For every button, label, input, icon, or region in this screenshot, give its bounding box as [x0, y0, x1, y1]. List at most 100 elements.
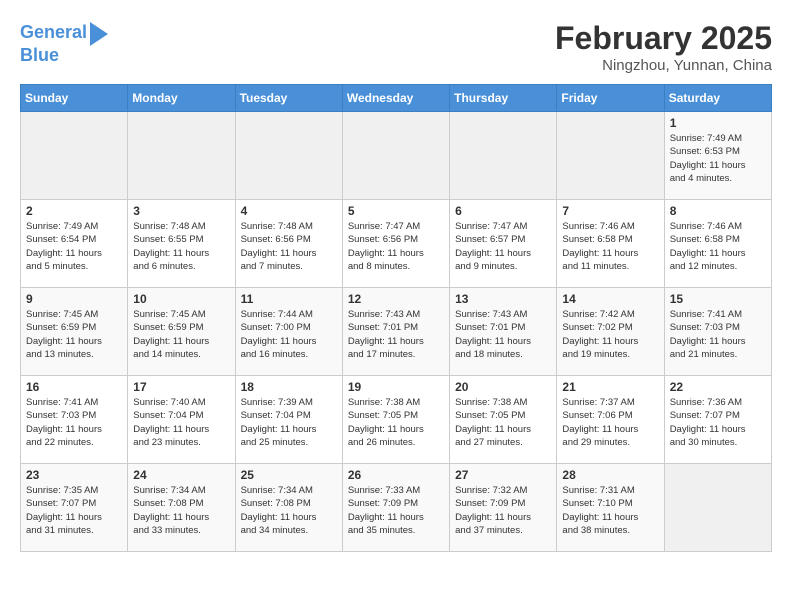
day-info: Sunrise: 7:45 AMSunset: 6:59 PMDaylight:… [133, 308, 229, 361]
day-info: Sunrise: 7:33 AMSunset: 7:09 PMDaylight:… [348, 484, 444, 537]
day-info: Sunrise: 7:39 AMSunset: 7:04 PMDaylight:… [241, 396, 337, 449]
weekday-header-saturday: Saturday [664, 85, 771, 112]
day-info: Sunrise: 7:42 AMSunset: 7:02 PMDaylight:… [562, 308, 658, 361]
day-number: 13 [455, 292, 551, 306]
logo-text: General [20, 23, 87, 43]
calendar-cell: 9 Sunrise: 7:45 AMSunset: 6:59 PMDaylight… [21, 288, 128, 376]
day-number: 7 [562, 204, 658, 218]
day-number: 25 [241, 468, 337, 482]
calendar-cell: 10 Sunrise: 7:45 AMSunset: 6:59 PMDayligh… [128, 288, 235, 376]
calendar-cell: 13 Sunrise: 7:43 AMSunset: 7:01 PMDayligh… [450, 288, 557, 376]
calendar-cell: 25 Sunrise: 7:34 AMSunset: 7:08 PMDayligh… [235, 464, 342, 552]
calendar-cell: 11 Sunrise: 7:44 AMSunset: 7:00 PMDayligh… [235, 288, 342, 376]
calendar-cell [450, 112, 557, 200]
day-number: 4 [241, 204, 337, 218]
day-info: Sunrise: 7:35 AMSunset: 7:07 PMDaylight:… [26, 484, 122, 537]
day-number: 21 [562, 380, 658, 394]
day-number: 3 [133, 204, 229, 218]
day-info: Sunrise: 7:34 AMSunset: 7:08 PMDaylight:… [133, 484, 229, 537]
calendar-cell: 7 Sunrise: 7:46 AMSunset: 6:58 PMDaylight… [557, 200, 664, 288]
day-number: 27 [455, 468, 551, 482]
calendar-cell: 18 Sunrise: 7:39 AMSunset: 7:04 PMDayligh… [235, 376, 342, 464]
day-number: 24 [133, 468, 229, 482]
calendar-cell: 2 Sunrise: 7:49 AMSunset: 6:54 PMDaylight… [21, 200, 128, 288]
day-info: Sunrise: 7:49 AMSunset: 6:54 PMDaylight:… [26, 220, 122, 273]
calendar-cell: 14 Sunrise: 7:42 AMSunset: 7:02 PMDayligh… [557, 288, 664, 376]
calendar-week-row: 16 Sunrise: 7:41 AMSunset: 7:03 PMDayligh… [21, 376, 772, 464]
day-info: Sunrise: 7:36 AMSunset: 7:07 PMDaylight:… [670, 396, 766, 449]
day-number: 19 [348, 380, 444, 394]
weekday-header-sunday: Sunday [21, 85, 128, 112]
day-number: 17 [133, 380, 229, 394]
day-info: Sunrise: 7:46 AMSunset: 6:58 PMDaylight:… [670, 220, 766, 273]
day-number: 1 [670, 116, 766, 130]
day-number: 11 [241, 292, 337, 306]
day-number: 28 [562, 468, 658, 482]
calendar-cell: 1Sunrise: 7:49 AMSunset: 6:53 PMDaylight… [664, 112, 771, 200]
calendar-cell [342, 112, 449, 200]
calendar-week-row: 9 Sunrise: 7:45 AMSunset: 6:59 PMDaylight… [21, 288, 772, 376]
logo-blue-text: Blue [20, 46, 59, 66]
calendar-cell: 16 Sunrise: 7:41 AMSunset: 7:03 PMDayligh… [21, 376, 128, 464]
calendar-cell: 15 Sunrise: 7:41 AMSunset: 7:03 PMDayligh… [664, 288, 771, 376]
calendar-cell [664, 464, 771, 552]
calendar-cell: 19Sunrise: 7:38 AMSunset: 7:05 PMDayligh… [342, 376, 449, 464]
calendar-cell: 3 Sunrise: 7:48 AMSunset: 6:55 PMDaylight… [128, 200, 235, 288]
day-info: Sunrise: 7:47 AMSunset: 6:56 PMDaylight:… [348, 220, 444, 273]
day-info: Sunrise: 7:34 AMSunset: 7:08 PMDaylight:… [241, 484, 337, 537]
day-number: 10 [133, 292, 229, 306]
calendar-cell [235, 112, 342, 200]
calendar-cell: 24 Sunrise: 7:34 AMSunset: 7:08 PMDayligh… [128, 464, 235, 552]
header: General Blue February 2025 Ningzhou, Yun… [20, 20, 772, 74]
month-title: February 2025 [555, 20, 772, 57]
calendar-week-row: 23 Sunrise: 7:35 AMSunset: 7:07 PMDayligh… [21, 464, 772, 552]
weekday-header-row: SundayMondayTuesdayWednesdayThursdayFrid… [21, 85, 772, 112]
weekday-header-friday: Friday [557, 85, 664, 112]
calendar-cell: 21Sunrise: 7:37 AMSunset: 7:06 PMDayligh… [557, 376, 664, 464]
day-number: 5 [348, 204, 444, 218]
day-info: Sunrise: 7:43 AMSunset: 7:01 PMDaylight:… [348, 308, 444, 361]
day-number: 15 [670, 292, 766, 306]
day-info: Sunrise: 7:47 AMSunset: 6:57 PMDaylight:… [455, 220, 551, 273]
weekday-header-tuesday: Tuesday [235, 85, 342, 112]
calendar-cell: 22 Sunrise: 7:36 AMSunset: 7:07 PMDayligh… [664, 376, 771, 464]
day-info: Sunrise: 7:44 AMSunset: 7:00 PMDaylight:… [241, 308, 337, 361]
calendar-cell: 28Sunrise: 7:31 AMSunset: 7:10 PMDayligh… [557, 464, 664, 552]
day-number: 23 [26, 468, 122, 482]
calendar-cell: 26 Sunrise: 7:33 AMSunset: 7:09 PMDayligh… [342, 464, 449, 552]
day-info: Sunrise: 7:38 AMSunset: 7:05 PMDaylight:… [455, 396, 551, 449]
day-info: Sunrise: 7:41 AMSunset: 7:03 PMDaylight:… [26, 396, 122, 449]
day-number: 22 [670, 380, 766, 394]
calendar-cell: 4 Sunrise: 7:48 AMSunset: 6:56 PMDaylight… [235, 200, 342, 288]
day-number: 18 [241, 380, 337, 394]
location: Ningzhou, Yunnan, China [555, 57, 772, 74]
calendar-cell: 17Sunrise: 7:40 AMSunset: 7:04 PMDayligh… [128, 376, 235, 464]
calendar-cell [21, 112, 128, 200]
day-info: Sunrise: 7:43 AMSunset: 7:01 PMDaylight:… [455, 308, 551, 361]
day-info: Sunrise: 7:48 AMSunset: 6:55 PMDaylight:… [133, 220, 229, 273]
day-info: Sunrise: 7:32 AMSunset: 7:09 PMDaylight:… [455, 484, 551, 537]
day-number: 14 [562, 292, 658, 306]
calendar-week-row: 2 Sunrise: 7:49 AMSunset: 6:54 PMDaylight… [21, 200, 772, 288]
logo-arrow-icon [90, 22, 108, 46]
day-number: 12 [348, 292, 444, 306]
calendar-cell [128, 112, 235, 200]
day-number: 20 [455, 380, 551, 394]
weekday-header-thursday: Thursday [450, 85, 557, 112]
calendar-cell: 23 Sunrise: 7:35 AMSunset: 7:07 PMDayligh… [21, 464, 128, 552]
day-number: 6 [455, 204, 551, 218]
day-info: Sunrise: 7:46 AMSunset: 6:58 PMDaylight:… [562, 220, 658, 273]
day-number: 2 [26, 204, 122, 218]
logo: General Blue [20, 20, 108, 66]
weekday-header-wednesday: Wednesday [342, 85, 449, 112]
day-number: 9 [26, 292, 122, 306]
day-info: Sunrise: 7:41 AMSunset: 7:03 PMDaylight:… [670, 308, 766, 361]
day-info: Sunrise: 7:45 AMSunset: 6:59 PMDaylight:… [26, 308, 122, 361]
day-number: 26 [348, 468, 444, 482]
day-number: 8 [670, 204, 766, 218]
day-number: 16 [26, 380, 122, 394]
calendar-cell: 6 Sunrise: 7:47 AMSunset: 6:57 PMDaylight… [450, 200, 557, 288]
calendar-cell: 5 Sunrise: 7:47 AMSunset: 6:56 PMDaylight… [342, 200, 449, 288]
day-info: Sunrise: 7:48 AMSunset: 6:56 PMDaylight:… [241, 220, 337, 273]
weekday-header-monday: Monday [128, 85, 235, 112]
